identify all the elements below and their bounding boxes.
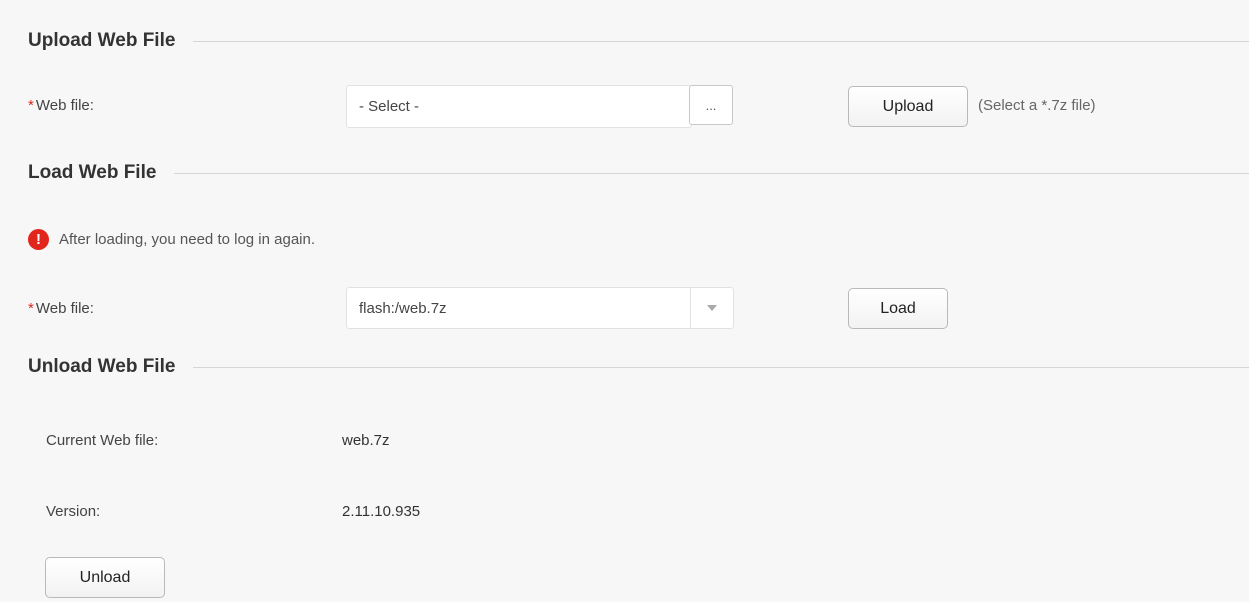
load-button-label: Load: [880, 299, 916, 317]
dropdown-toggle[interactable]: [690, 288, 733, 328]
load-button[interactable]: Load: [848, 288, 948, 329]
load-web-file-label: * Web file:: [28, 300, 94, 317]
required-marker: *: [28, 300, 34, 317]
upload-web-file-label-text: Web file:: [35, 97, 94, 114]
load-file-select[interactable]: flash:/web.7z: [346, 287, 734, 329]
version-label: Version:: [46, 503, 101, 520]
chevron-down-icon: [707, 305, 717, 311]
load-section-title: Load Web File: [28, 162, 157, 183]
upload-section-title: Upload Web File: [28, 30, 176, 51]
upload-section-header: Upload Web File: [28, 26, 1249, 56]
upload-button[interactable]: Upload: [848, 86, 968, 127]
browse-button-label: ...: [705, 97, 717, 113]
load-warning: ! After loading, you need to log in agai…: [28, 229, 315, 250]
load-section-header: Load Web File: [28, 158, 1249, 188]
required-marker: *: [28, 97, 34, 114]
web-file-management-page: Upload Web File * Web file: - Select - ..…: [0, 0, 1249, 602]
version-value: 2.11.10.935: [342, 503, 421, 520]
unload-section-header: Unload Web File: [28, 352, 1249, 382]
exclamation-icon: !: [28, 229, 49, 250]
upload-web-file-label: * Web file:: [28, 97, 94, 114]
upload-file-hint: (Select a *.7z file): [978, 97, 1096, 114]
load-web-file-label-text: Web file:: [35, 300, 94, 317]
unload-button[interactable]: Unload: [45, 557, 165, 598]
unload-section-divider: [193, 366, 1249, 368]
browse-button[interactable]: ...: [689, 85, 733, 125]
load-file-select-value: flash:/web.7z: [359, 299, 447, 317]
unload-button-label: Unload: [79, 568, 131, 586]
load-section-divider: [174, 172, 1249, 174]
current-web-file-label: Current Web file:: [46, 432, 159, 449]
current-web-file-value: web.7z: [342, 432, 390, 449]
upload-button-label: Upload: [882, 97, 934, 115]
unload-section-title: Unload Web File: [28, 356, 176, 377]
load-warning-text: After loading, you need to log in again.: [59, 231, 316, 248]
upload-file-input[interactable]: - Select -: [346, 85, 692, 128]
upload-file-input-value: - Select -: [359, 98, 420, 115]
upload-section-divider: [193, 40, 1249, 42]
